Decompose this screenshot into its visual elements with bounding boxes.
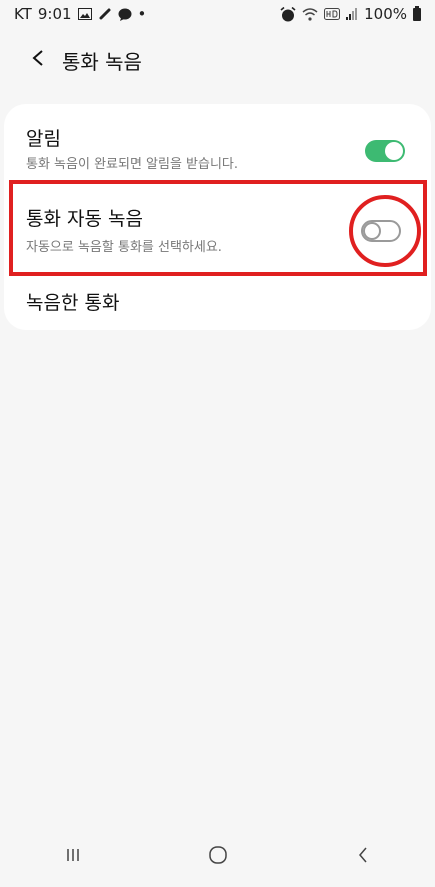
nav-back-button[interactable]: [333, 835, 393, 879]
status-bar: KT 9:01 • 100%: [0, 0, 435, 28]
setting-auto-record[interactable]: 통화 자동 녹음 자동으로 녹음할 통화를 선택하세요.: [4, 190, 431, 272]
alarm-icon: [280, 6, 296, 22]
battery-percentage: 100%: [364, 5, 407, 23]
status-right: 100%: [280, 5, 421, 23]
battery-icon: [413, 5, 421, 21]
back-icon: [357, 846, 369, 868]
setting-alarm[interactable]: 알림 통화 녹음이 완료되면 알림을 받습니다.: [4, 118, 431, 188]
status-dot: •: [137, 5, 147, 23]
chevron-left-icon: [31, 49, 45, 71]
setting-recorded-calls[interactable]: 녹음한 통화: [4, 274, 431, 330]
alarm-toggle[interactable]: [365, 140, 405, 162]
home-button[interactable]: [188, 835, 248, 879]
gallery-icon: [77, 8, 92, 20]
page-title: 통화 녹음: [62, 49, 142, 74]
setting-auto-record-description: 자동으로 녹음할 통화를 선택하세요.: [26, 240, 222, 255]
hd-icon: [324, 8, 341, 20]
link-icon: [98, 7, 112, 21]
divider: [26, 272, 409, 273]
auto-record-toggle[interactable]: [361, 220, 401, 242]
setting-alarm-title: 알림: [26, 128, 61, 150]
chat-icon: [118, 8, 132, 21]
wifi-icon: [302, 7, 318, 21]
alarm-toggle-knob: [385, 142, 403, 160]
setting-alarm-description: 통화 녹음이 완료되면 알림을 받습니다.: [26, 157, 239, 172]
carrier-label: KT: [14, 5, 32, 23]
home-icon: [208, 845, 228, 869]
navigation-bar: [0, 827, 435, 887]
recent-apps-button[interactable]: [43, 835, 103, 879]
setting-auto-record-title: 통화 자동 녹음: [26, 208, 143, 230]
recent-apps-icon: [65, 847, 81, 867]
back-button[interactable]: [20, 42, 56, 78]
setting-recorded-calls-title: 녹음한 통화: [26, 292, 120, 314]
app-header: 통화 녹음: [0, 40, 435, 80]
settings-card: 알림 통화 녹음이 완료되면 알림을 받습니다. 통화 자동 녹음 자동으로 녹…: [4, 104, 431, 330]
clock: 9:01: [37, 5, 72, 23]
status-left: KT 9:01 •: [14, 5, 146, 23]
auto-record-toggle-knob: [363, 222, 381, 240]
signal-icon: [346, 8, 358, 20]
